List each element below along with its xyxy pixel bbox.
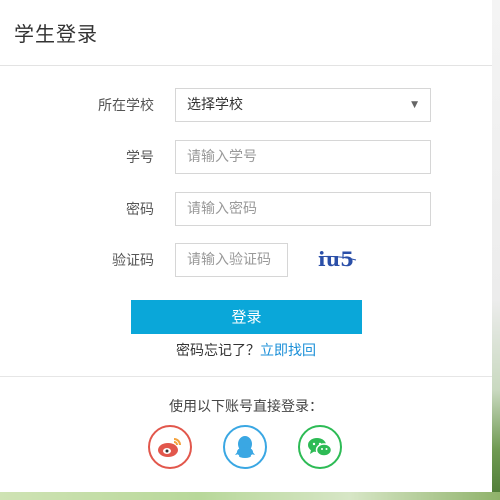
student-id-input[interactable]: 请输入学号 <box>175 140 431 174</box>
school-label: 所在学校 <box>98 98 154 114</box>
captcha-text: iu5 <box>318 247 354 271</box>
page-title: 学生登录 <box>14 22 98 46</box>
weibo-icon <box>158 438 181 457</box>
student-id-placeholder: 请输入学号 <box>187 149 257 165</box>
password-placeholder: 请输入密码 <box>187 201 257 217</box>
recover-link[interactable]: 立即找回 <box>260 343 316 359</box>
wechat-login-button[interactable] <box>298 425 342 469</box>
school-select-value: 选择学校 <box>187 97 243 113</box>
captcha-input[interactable]: 请输入验证码 <box>175 243 288 277</box>
password-row: 密码 请输入密码 <box>0 192 492 228</box>
wechat-icon <box>308 438 333 457</box>
captcha-image[interactable]: iu5 <box>316 243 368 273</box>
student-id-row: 学号 请输入学号 <box>0 140 492 176</box>
divider <box>0 376 492 377</box>
password-label: 密码 <box>126 202 154 218</box>
social-login-title: 使用以下账号直接登录： <box>169 399 323 415</box>
qq-icon <box>235 436 255 458</box>
school-row: 所在学校 选择学校 ▼ <box>0 88 492 124</box>
panel-header: 学生登录 <box>0 0 492 66</box>
background-scenery <box>492 0 500 500</box>
forgot-text: 密码忘记了？ <box>176 343 260 359</box>
weibo-login-button[interactable] <box>148 425 192 469</box>
captcha-placeholder: 请输入验证码 <box>187 252 271 268</box>
background-scenery-bottom <box>0 492 500 500</box>
login-panel: 学生登录 所在学校 选择学校 ▼ 学号 请输入学号 密码 请输入密码 验证码 请… <box>0 0 492 492</box>
dropdown-arrow-icon: ▼ <box>411 100 418 110</box>
student-id-label: 学号 <box>126 150 154 166</box>
forgot-password: 密码忘记了？立即找回 <box>0 340 492 360</box>
qq-login-button[interactable] <box>223 425 267 469</box>
captcha-row: 验证码 请输入验证码 iu5 <box>0 243 492 279</box>
captcha-label: 验证码 <box>112 253 154 269</box>
password-input[interactable]: 请输入密码 <box>175 192 431 226</box>
login-button[interactable]: 登录 <box>131 300 362 334</box>
school-select[interactable]: 选择学校 ▼ <box>175 88 431 122</box>
